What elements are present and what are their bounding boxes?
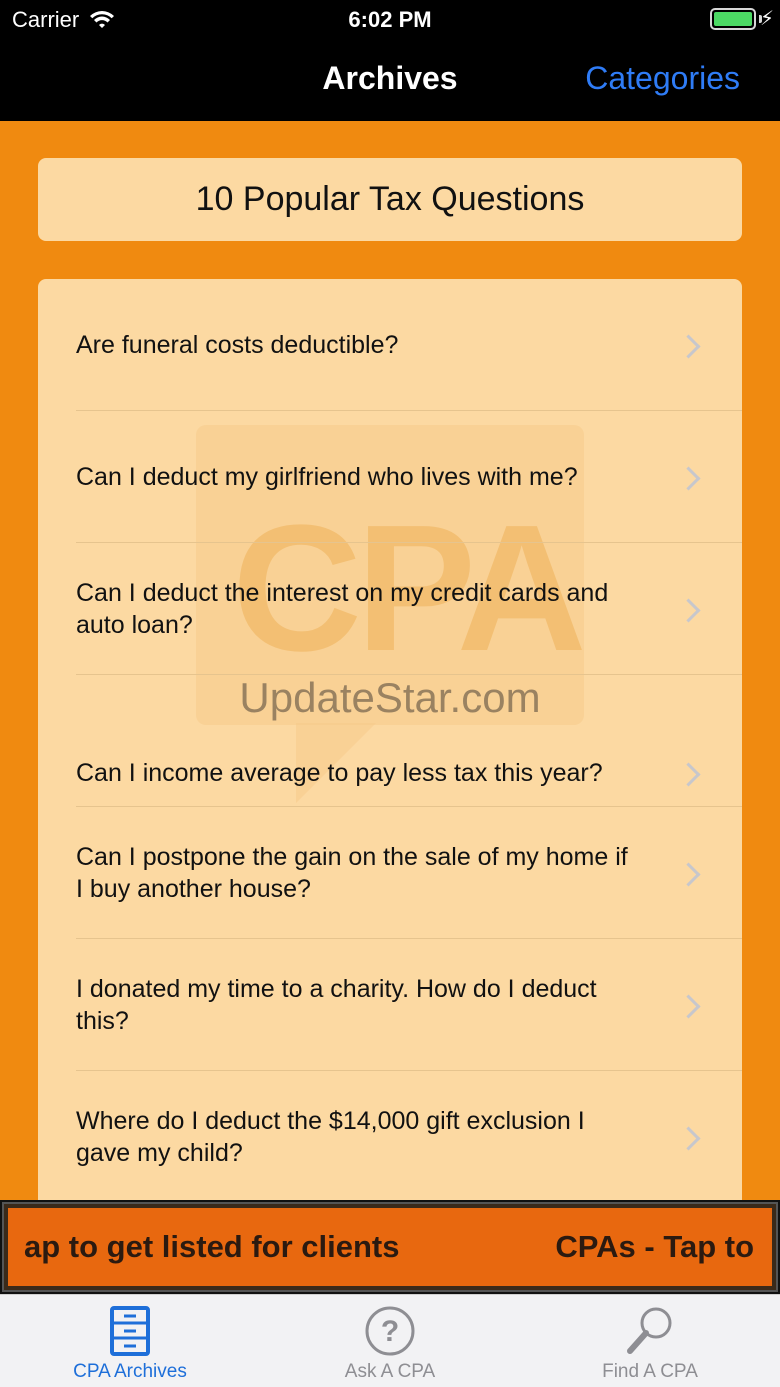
status-time: 6:02 PM xyxy=(348,7,432,32)
list-item[interactable]: Can I postpone the gain on the sale of m… xyxy=(76,807,742,939)
questions-list: CPA UpdateStar.com Are funeral costs ded… xyxy=(38,279,742,1209)
chevron-right-icon xyxy=(680,466,702,488)
question-text: I donated my time to a charity. How do I… xyxy=(76,974,597,1035)
tab-label: Ask A CPA xyxy=(344,1361,436,1382)
list-item[interactable]: Can I deduct the interest on my credit c… xyxy=(76,543,742,675)
section-header: 10 Popular Tax Questions xyxy=(38,158,742,241)
banner-text-left: ap to get listed for clients xyxy=(24,1229,400,1264)
ad-banner[interactable]: ap to get listed for clients CPAs - Tap … xyxy=(0,1200,780,1294)
battery-icon xyxy=(710,8,756,30)
charging-bolt-icon: ⚡ xyxy=(759,8,774,30)
list-item[interactable]: I donated my time to a charity. How do I… xyxy=(76,939,742,1071)
question-text: Can I income average to pay less tax thi… xyxy=(76,758,603,787)
categories-button[interactable]: Categories xyxy=(585,60,740,97)
list-item[interactable]: Where do I deduct the $14,000 gift exclu… xyxy=(76,1071,742,1203)
tab-cpa-archives[interactable]: CPA Archives xyxy=(0,1295,260,1387)
question-text: Can I deduct the interest on my credit c… xyxy=(76,578,609,639)
svg-text:?: ? xyxy=(381,1315,399,1348)
tab-ask-a-cpa[interactable]: ? Ask A CPA xyxy=(260,1295,520,1387)
question-text: Can I deduct my girlfriend who lives wit… xyxy=(76,462,578,491)
chevron-right-icon xyxy=(680,334,702,356)
tab-find-a-cpa[interactable]: Find A CPA xyxy=(520,1295,780,1387)
list-item[interactable]: Can I deduct my girlfriend who lives wit… xyxy=(76,411,742,543)
question-text: Are funeral costs deductible? xyxy=(76,330,399,359)
magnifier-icon xyxy=(627,1307,672,1354)
chevron-right-icon xyxy=(680,862,702,884)
ad-banner-inner[interactable]: ap to get listed for clients CPAs - Tap … xyxy=(2,1202,778,1292)
question-text: Can I postpone the gain on the sale of m… xyxy=(76,842,628,903)
section-title: 10 Popular Tax Questions xyxy=(195,180,585,218)
list-item[interactable]: Can I income average to pay less tax thi… xyxy=(76,675,742,807)
banner-text-right: CPAs - Tap to xyxy=(555,1229,754,1264)
tab-label: Find A CPA xyxy=(602,1361,698,1382)
question-circle-icon: ? xyxy=(365,1306,415,1356)
chevron-right-icon xyxy=(680,762,702,784)
chevron-right-icon xyxy=(680,598,702,620)
list-item[interactable]: Are funeral costs deductible? xyxy=(76,279,742,411)
chevron-right-icon xyxy=(680,994,702,1016)
tab-bar: CPA Archives ? Ask A CPA Find A CPA xyxy=(0,1294,780,1387)
tab-label: CPA Archives xyxy=(73,1361,187,1382)
archive-cabinet-icon xyxy=(110,1306,150,1356)
chevron-right-icon xyxy=(680,1126,702,1148)
question-text: Where do I deduct the $14,000 gift exclu… xyxy=(76,1106,585,1167)
top-bar: Carrier 6:02 PM ⚡ Archives Categories xyxy=(0,0,780,121)
